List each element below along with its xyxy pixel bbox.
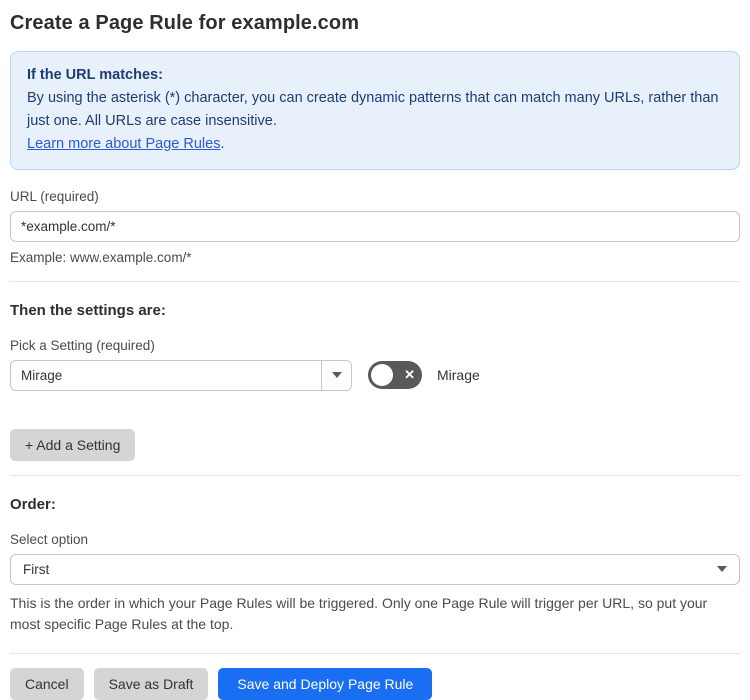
settings-section-heading: Then the settings are: (10, 301, 166, 319)
order-select[interactable]: First (10, 553, 740, 585)
caret-down-icon (331, 372, 342, 379)
caret-down-icon (717, 566, 727, 573)
save-and-deploy-button[interactable]: Save and Deploy Page Rule (218, 668, 433, 700)
order-section-heading: Order: (10, 495, 56, 513)
setting-dropdown-arrow-button[interactable] (321, 360, 351, 390)
order-select-label: Select option (10, 531, 89, 547)
url-match-info-box: If the URL matches: By using the asteris… (10, 51, 740, 170)
info-box-heading: If the URL matches: (27, 67, 163, 83)
toggle-knob (371, 364, 393, 387)
page-rule-form: Create a Page Rule for example.com If th… (0, 0, 750, 700)
section-divider (10, 280, 740, 282)
setting-dropdown[interactable]: Mirage (10, 359, 352, 391)
form-actions: Cancel Save as Draft Save and Deploy Pag… (10, 668, 740, 700)
page-title: Create a Page Rule for example.com (10, 12, 360, 34)
info-box-link-line: Learn more about Page Rules. (27, 133, 723, 156)
order-select-value: First (23, 561, 50, 577)
learn-more-link[interactable]: Learn more about Page Rules (27, 136, 220, 152)
save-as-draft-button[interactable]: Save as Draft (93, 668, 209, 700)
link-suffix: . (220, 135, 225, 152)
cancel-button[interactable]: Cancel (10, 668, 84, 700)
url-input[interactable] (10, 210, 740, 242)
section-divider (10, 653, 740, 654)
setting-dropdown-value[interactable]: Mirage (11, 361, 321, 390)
pick-setting-label: Pick a Setting (required) (10, 337, 155, 353)
url-field-label: URL (required) (10, 188, 99, 204)
add-setting-button[interactable]: + Add a Setting (10, 428, 136, 461)
setting-row: Mirage ✕ Mirage (10, 359, 740, 391)
section-divider (10, 474, 740, 476)
toggle-off-x-icon: ✕ (404, 367, 415, 383)
url-example-hint: Example: www.example.com/* (10, 249, 192, 265)
info-box-body: By using the asterisk (*) character, you… (27, 89, 719, 129)
mirage-toggle[interactable]: ✕ (368, 361, 422, 390)
toggle-label: Mirage (437, 367, 480, 384)
order-help-text: This is the order in which your Page Rul… (10, 594, 708, 633)
